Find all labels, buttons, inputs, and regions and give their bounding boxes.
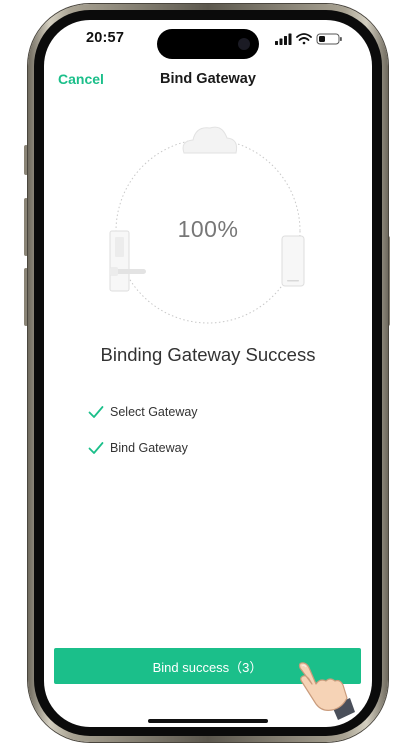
- home-indicator: [148, 719, 268, 723]
- phone-device-icon: [281, 235, 305, 287]
- check-icon: [88, 406, 104, 418]
- progress-percent: 100%: [177, 216, 239, 242]
- step-label: Select Gateway: [110, 405, 198, 419]
- check-icon: [88, 442, 104, 454]
- dynamic-island: [157, 29, 259, 59]
- cancel-button[interactable]: Cancel: [58, 71, 104, 87]
- step-bind-gateway: Bind Gateway: [88, 438, 188, 458]
- wifi-icon: [296, 33, 312, 45]
- front-camera: [238, 38, 250, 50]
- step-select-gateway: Select Gateway: [88, 402, 198, 422]
- battery-icon: [316, 33, 342, 45]
- success-headline: Binding Gateway Success: [100, 344, 316, 365]
- pointing-hand-icon: [298, 662, 355, 720]
- cloud-icon: [182, 126, 238, 154]
- phone-screen: 20:57 Bind Gateway Cancel 100% Binding G…: [44, 20, 372, 727]
- device-stage: 20:57 Bind Gateway Cancel 100% Binding G…: [0, 0, 398, 745]
- step-label: Bind Gateway: [110, 441, 188, 455]
- status-time: 20:57: [86, 30, 125, 46]
- signal-icon: [275, 33, 292, 45]
- status-icons: [275, 33, 342, 45]
